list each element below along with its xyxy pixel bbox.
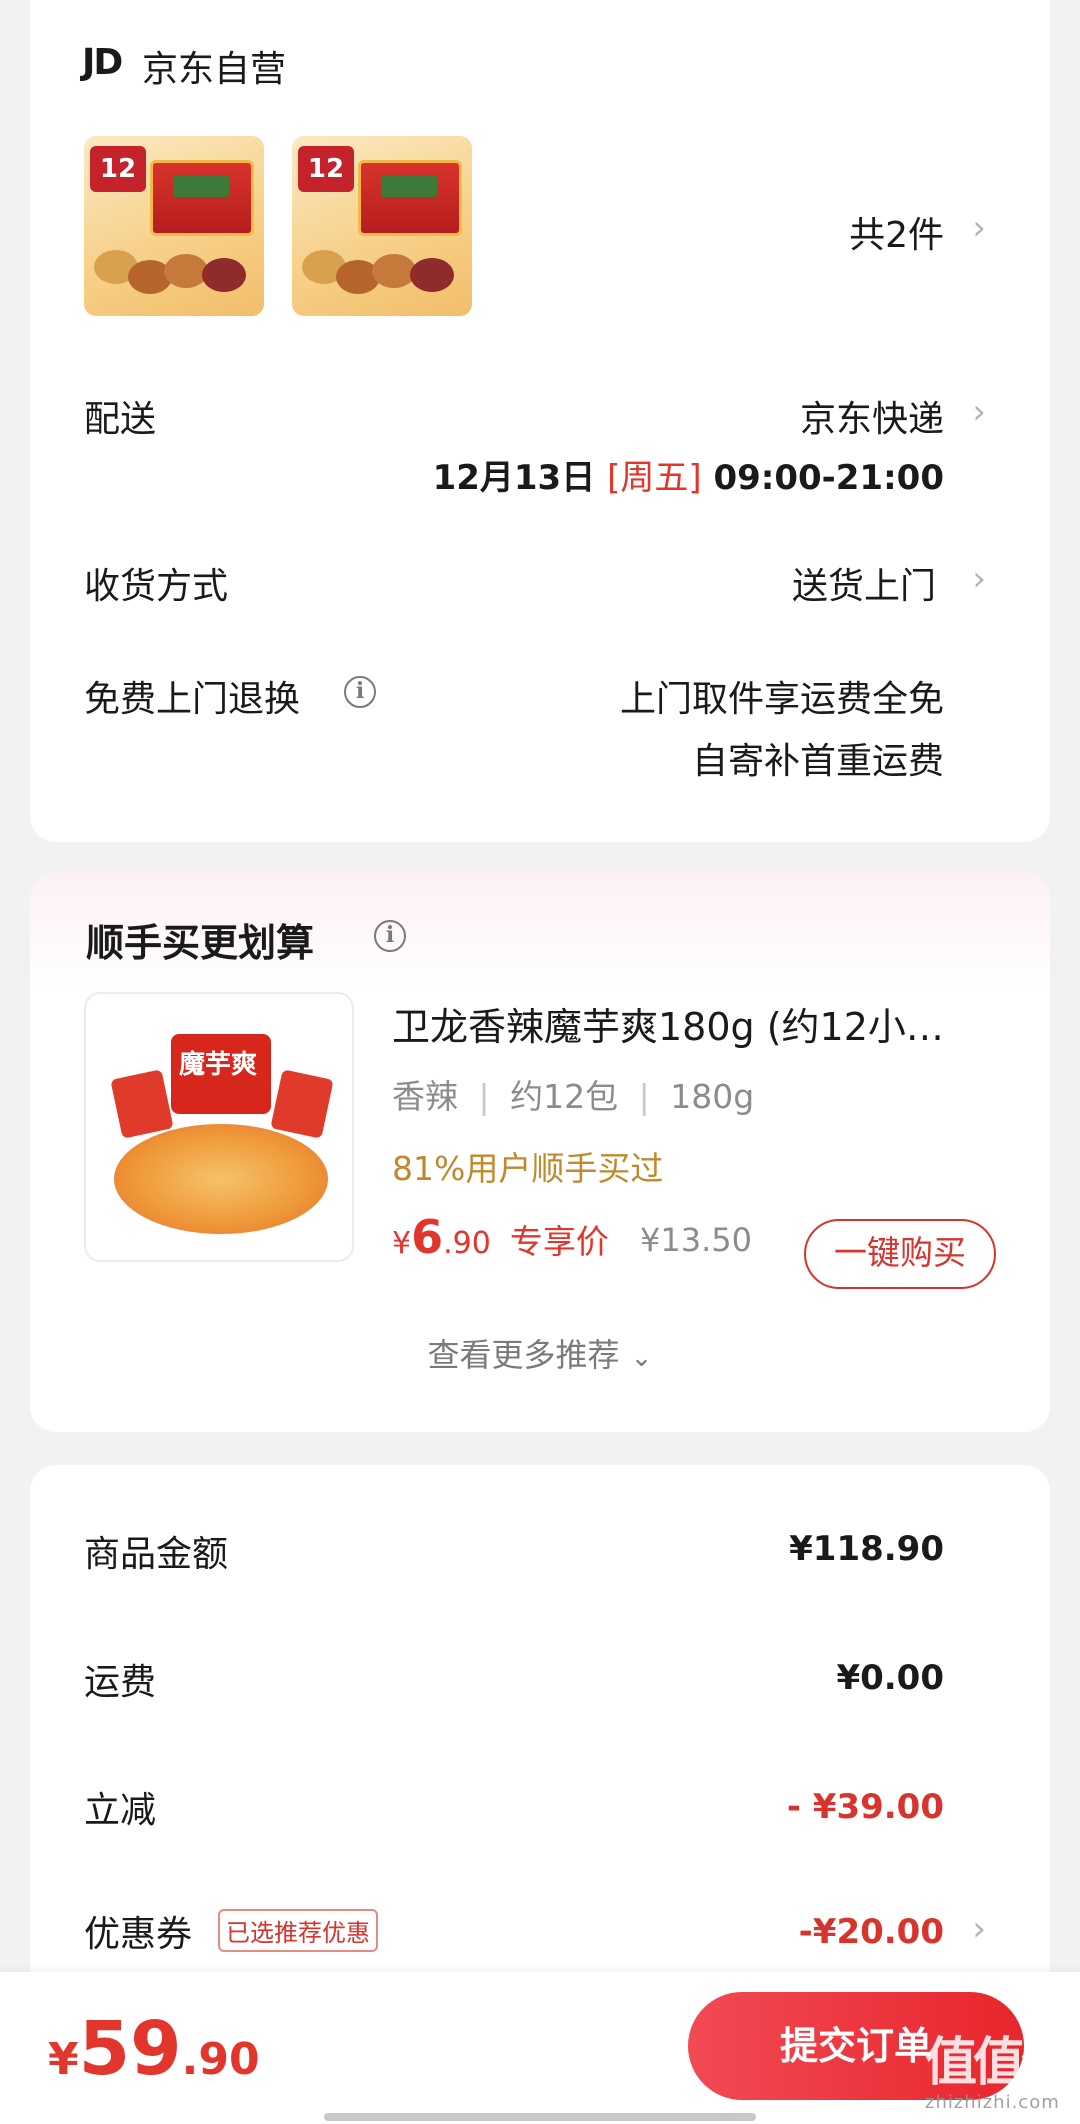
delivery-date: 12月13日 (432, 458, 596, 498)
chevron-right-icon[interactable]: › (972, 208, 986, 248)
return-line1: 上门取件享运费全免 (619, 679, 944, 720)
discount-value: - ¥39.00 (786, 1787, 944, 1827)
product-specs: 香辣 | 约12包 | 180g (392, 1077, 755, 1116)
chevron-right-icon[interactable]: › (972, 559, 986, 599)
more-recommend-label: 查看更多推荐 (427, 1336, 620, 1374)
nuts-image (94, 240, 254, 296)
store-name: 京东自营 (142, 49, 287, 90)
gift-box-image (150, 160, 254, 236)
shipping-label: 运费 (84, 1662, 157, 1703)
product-price: ¥6.90 专享价 ¥13.50 (392, 1210, 752, 1264)
delivery-weekday: [周五] (607, 458, 702, 498)
watermark-logo: 值值值 (925, 2033, 1073, 2093)
delivery-method[interactable]: 京东快递 (800, 390, 944, 442)
total-int: 59 (78, 2006, 182, 2092)
chevron-right-icon[interactable]: › (972, 392, 986, 432)
store-card: JD 京东自营 12 12 共2件 › 配送 京东快递 › 12月13日 [周五… (30, 0, 1050, 842)
price-decimal: .90 (443, 1226, 491, 1261)
bought-percentage: 81%用户顺手买过 (392, 1149, 664, 1188)
receive-value[interactable]: 送货上门 (792, 557, 936, 609)
return-label: 免费上门退换 (84, 679, 301, 720)
one-click-buy-button[interactable]: 一键购买 (804, 1219, 996, 1289)
goods-amount-label: 商品金额 (84, 1534, 229, 1575)
jd-logo: JD (82, 42, 123, 83)
info-icon[interactable]: i (344, 676, 376, 708)
price-int: 6 (411, 1210, 444, 1264)
discount-label: 立减 (84, 1790, 157, 1831)
goods-amount-value: ¥118.90 (789, 1529, 944, 1569)
nuts-image (302, 240, 462, 296)
more-recommend-link[interactable]: 查看更多推荐 ⌄ (30, 1330, 1050, 1376)
info-icon[interactable]: i (374, 920, 406, 952)
chevron-right-icon[interactable]: › (972, 1909, 986, 1949)
thumb-badge: 12 (298, 146, 354, 192)
home-indicator[interactable] (324, 2113, 756, 2121)
coupon-tag: 已选推荐优惠 (218, 1909, 378, 1952)
gift-box-image (358, 160, 462, 236)
delivery-label: 配送 (84, 399, 157, 440)
recommend-card: 顺手买更划算 i 魔芋爽 卫龙香辣魔芋爽180g (约12小… 香辣 | 约12… (30, 872, 1050, 1432)
bottom-bar: ¥59.90 提交订单 (0, 1972, 1080, 2124)
items-count[interactable]: 共2件 (849, 206, 944, 258)
receive-label: 收货方式 (84, 566, 229, 607)
delivery-time[interactable]: 12月13日 [周五] 09:00-21:00 (433, 450, 944, 499)
delivery-window: 09:00-21:00 (713, 458, 944, 498)
coupon-value[interactable]: -¥20.00 (799, 1912, 944, 1952)
total-decimal: .90 (181, 2034, 260, 2085)
watermark-site: zhizhizhi.com (925, 2092, 1060, 2113)
total-currency: ¥ (48, 2034, 79, 2085)
original-price: ¥13.50 (640, 1221, 752, 1259)
spec-weight: 180g (670, 1077, 755, 1116)
recommend-title: 顺手买更划算 (86, 921, 315, 965)
spec-count: 约12包 (510, 1077, 619, 1116)
return-line2: 自寄补首重运费 (691, 741, 944, 782)
coupon-label: 优惠券 (84, 1914, 193, 1955)
total-price: ¥59.90 (48, 2006, 260, 2092)
product-image[interactable]: 魔芋爽 (84, 992, 354, 1262)
price-tag: 专享价 (509, 1222, 609, 1261)
spec-flavor: 香辣 (392, 1077, 458, 1116)
thumb-badge: 12 (90, 146, 146, 192)
chevron-down-icon: ⌄ (630, 1343, 653, 1373)
product-name[interactable]: 卫龙香辣魔芋爽180g (约12小… (392, 996, 944, 1051)
product-thumbnail[interactable]: 12 (292, 136, 472, 316)
shipping-value: ¥0.00 (836, 1658, 944, 1698)
product-image-label: 魔芋爽 (179, 1050, 258, 1080)
price-symbol: ¥ (392, 1226, 412, 1261)
product-thumbnail[interactable]: 12 (84, 136, 264, 316)
